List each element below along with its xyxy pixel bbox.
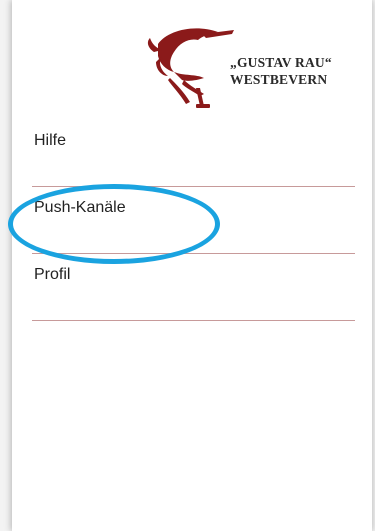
screen: „GUSTAV RAU“ WESTBEVERN Hilfe Push-Kanäl…	[0, 0, 375, 531]
menu-list: Hilfe Push-Kanäle Profil	[32, 120, 355, 321]
menu-item-label: Push-Kanäle	[34, 199, 126, 216]
menu-item-label: Profil	[34, 266, 71, 283]
club-name-line2: WESTBEVERN	[230, 72, 328, 87]
menu-item-label: Hilfe	[34, 132, 67, 149]
menu-item-hilfe[interactable]: Hilfe	[32, 120, 355, 187]
club-logo: „GUSTAV RAU“ WESTBEVERN	[12, 14, 372, 114]
club-name: „GUSTAV RAU“ WESTBEVERN	[230, 54, 332, 88]
menu-item-profil[interactable]: Profil	[32, 254, 355, 321]
club-name-line1: „GUSTAV RAU“	[230, 55, 332, 70]
menu-item-push-kanaele[interactable]: Push-Kanäle	[32, 187, 355, 254]
side-menu-panel: „GUSTAV RAU“ WESTBEVERN Hilfe Push-Kanäl…	[8, 0, 372, 531]
